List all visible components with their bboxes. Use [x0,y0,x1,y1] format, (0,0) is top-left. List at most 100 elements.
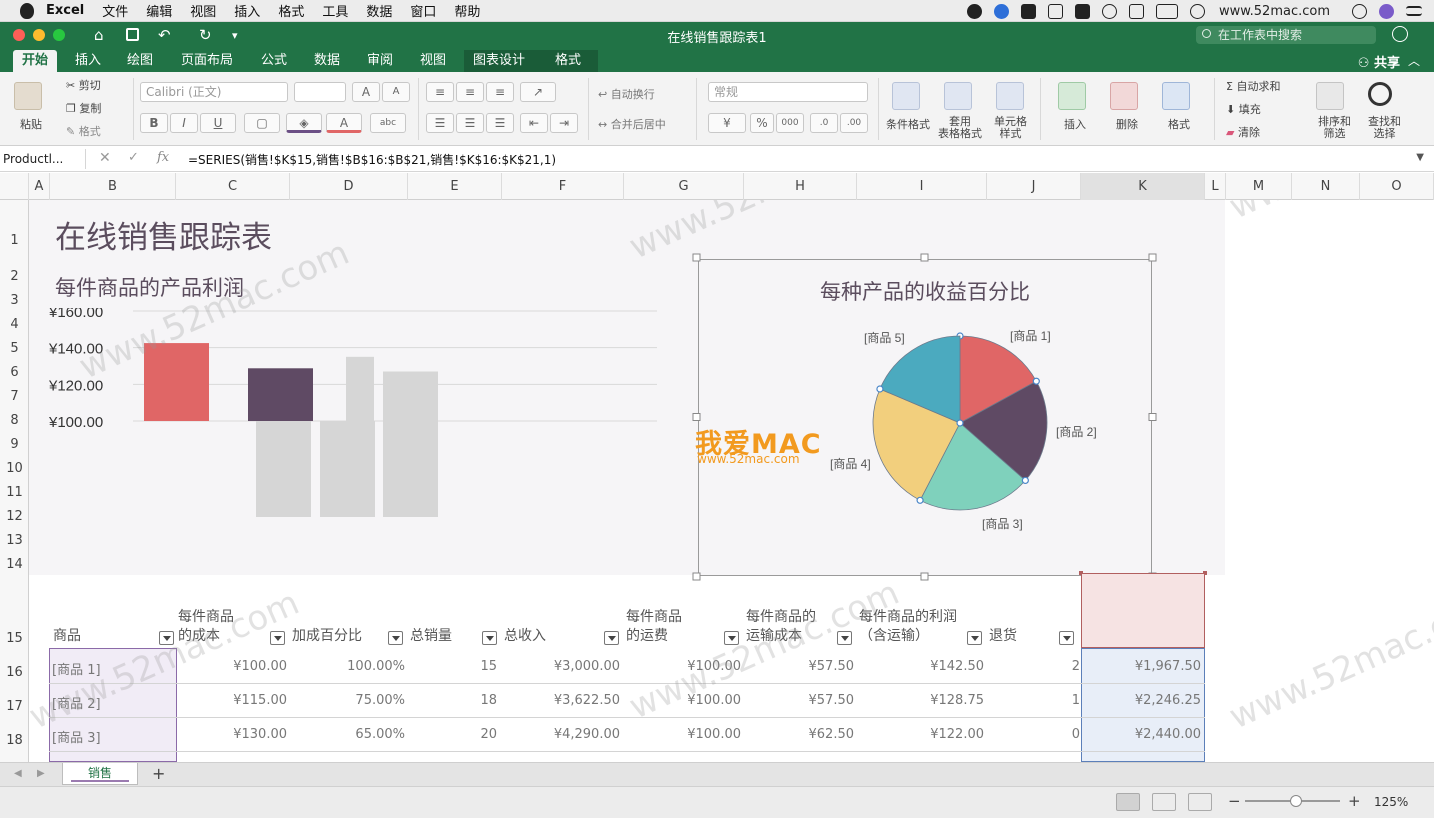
menu-tools[interactable]: 工具 [322,1,348,20]
tab-home[interactable]: 开始 [13,50,58,72]
sort-filter-icon[interactable] [1316,82,1344,110]
shrink-font-button[interactable]: A [382,82,410,102]
table-cell[interactable]: 0 [960,727,1080,742]
cell-styles-icon[interactable] [996,82,1024,110]
bar-product-2[interactable] [248,368,313,421]
column-header[interactable]: E [408,173,502,200]
filter-dropdown-icon[interactable] [159,631,174,645]
font-size-select[interactable] [294,82,346,102]
column-header[interactable]: A [29,173,50,200]
menu-data[interactable]: 数据 [366,1,392,20]
zoom-slider-handle[interactable] [1290,795,1302,807]
row-header[interactable]: 1 [0,233,29,248]
paste-icon[interactable] [14,82,42,110]
format-table-icon[interactable] [944,82,972,110]
table-header[interactable]: 加成百分比 [292,627,362,646]
table-cell[interactable]: ¥100.00 [621,693,741,708]
table-cell[interactable]: [商品 2] [52,693,101,712]
row-header[interactable]: 15 [0,631,29,646]
table-cell[interactable]: 20 [377,727,497,742]
apple-icon[interactable] [20,2,34,19]
confirm-formula-icon[interactable]: ✓ [128,150,139,165]
bar-product-4[interactable] [320,421,375,517]
table-header[interactable]: 总收入 [504,627,546,646]
profit-bar-chart[interactable]: ¥160.00 ¥140.00 ¥120.00 ¥100.00 [45,308,665,528]
row-header[interactable]: 6 [0,365,29,380]
column-header[interactable]: D [290,173,408,200]
row-header[interactable]: 17 [0,699,29,714]
column-header[interactable]: G [624,173,744,200]
table-cell[interactable]: ¥3,000.00 [500,659,620,674]
table-cell[interactable]: [商品 3] [52,727,101,746]
menu-file[interactable]: 文件 [102,1,128,20]
table-header[interactable]: 每件商品的 运输成本 [746,608,816,646]
table-cell[interactable]: 15 [377,659,497,674]
column-header[interactable]: C [176,173,290,200]
align-bottom-button[interactable]: ≡ [486,82,514,102]
grow-font-button[interactable]: A [352,82,380,102]
percent-style-button[interactable]: % [750,113,774,133]
table-cell[interactable]: ¥57.50 [734,659,855,674]
menu-window[interactable]: 窗口 [410,1,436,20]
pie-label[interactable]: [商品 4] [830,456,871,471]
menu-help[interactable]: 帮助 [454,1,480,20]
row-header[interactable]: 12 [0,509,29,524]
accounting-format-button[interactable]: ¥ [708,113,746,133]
zoom-out-icon[interactable]: − [1228,792,1241,810]
column-header[interactable]: F [502,173,624,200]
bar-product-1[interactable] [144,343,209,421]
font-color-button[interactable]: A [326,113,362,133]
column-header[interactable]: L [1205,173,1226,200]
spotlight-search-icon[interactable] [1352,3,1367,19]
add-sheet-button[interactable]: + [152,764,165,783]
table-header[interactable]: 每件商品的利润 （含运输） [859,608,957,646]
table-cell[interactable]: ¥115.00 [167,693,287,708]
borders-button[interactable]: ▢ [244,113,280,133]
sheet-tab-sales[interactable]: 销售 [62,763,138,785]
bluetooth-app-icon[interactable] [993,3,1009,19]
pie-label[interactable]: [商品 5] [864,330,905,345]
pie-point-handle[interactable] [1021,476,1029,485]
table-cell[interactable]: 2 [960,659,1080,674]
filter-dropdown-icon[interactable] [270,631,285,645]
table-cell[interactable]: [商品 1] [52,659,101,678]
pie-point-handle[interactable] [916,496,924,504]
share-button[interactable]: ⚇ 共享 [1358,52,1400,71]
row-header[interactable]: 3 [0,293,29,308]
column-header[interactable]: N [1292,173,1360,200]
table-header[interactable]: 总销量 [410,627,452,646]
row-header[interactable]: 11 [0,485,29,500]
filter-dropdown-icon[interactable] [1059,631,1074,645]
align-left-button[interactable]: ☰ [426,113,454,133]
zoom-level[interactable]: 125% [1374,795,1408,809]
row-header[interactable]: 2 [0,269,29,284]
notification-center-icon[interactable] [1406,6,1422,16]
siri-user-icon[interactable] [1189,3,1205,19]
row-header[interactable]: 10 [0,461,29,476]
tab-draw[interactable]: 绘图 [118,50,162,72]
pie-label[interactable]: [商品 1] [1010,328,1051,343]
table-header[interactable]: 每件商品 的成本 [178,608,234,646]
sheet-search-input[interactable]: 在工作表中搜索 [1196,26,1376,44]
table-cell[interactable]: ¥100.00 [621,727,741,742]
collapse-ribbon-icon[interactable]: ︿ [1408,52,1420,69]
bar-chart-title[interactable]: 每件商品的产品利润 [55,272,244,302]
tab-page-layout[interactable]: 页面布局 [172,50,242,72]
tab-data[interactable]: 数据 [305,50,349,72]
filter-dropdown-icon[interactable] [604,631,619,645]
column-header[interactable]: H [744,173,857,200]
bar-product-6[interactable] [383,371,438,518]
decrease-indent-button[interactable]: ⇤ [520,113,548,133]
pie-chart-title[interactable]: 每种产品的收益百分比 [698,276,1152,306]
prev-sheet-icon[interactable]: ◀ [14,768,22,779]
copy-button[interactable]: ❐ 复制 [66,100,101,116]
worksheet-grid[interactable]: 在线销售跟踪表 每件商品的产品利润 ¥160.00 ¥140.00 ¥120.00 ¥… [29,200,1434,762]
font-app-icon[interactable] [1074,3,1090,19]
decrease-decimal-button[interactable]: .00 [840,113,868,133]
table-cell[interactable]: ¥100.00 [621,659,741,674]
column-header[interactable]: M [1226,173,1292,200]
tab-insert[interactable]: 插入 [66,50,110,72]
name-box[interactable]: Productl... [0,149,86,169]
column-header[interactable]: O [1360,173,1434,200]
underline-button[interactable]: U [200,113,236,133]
